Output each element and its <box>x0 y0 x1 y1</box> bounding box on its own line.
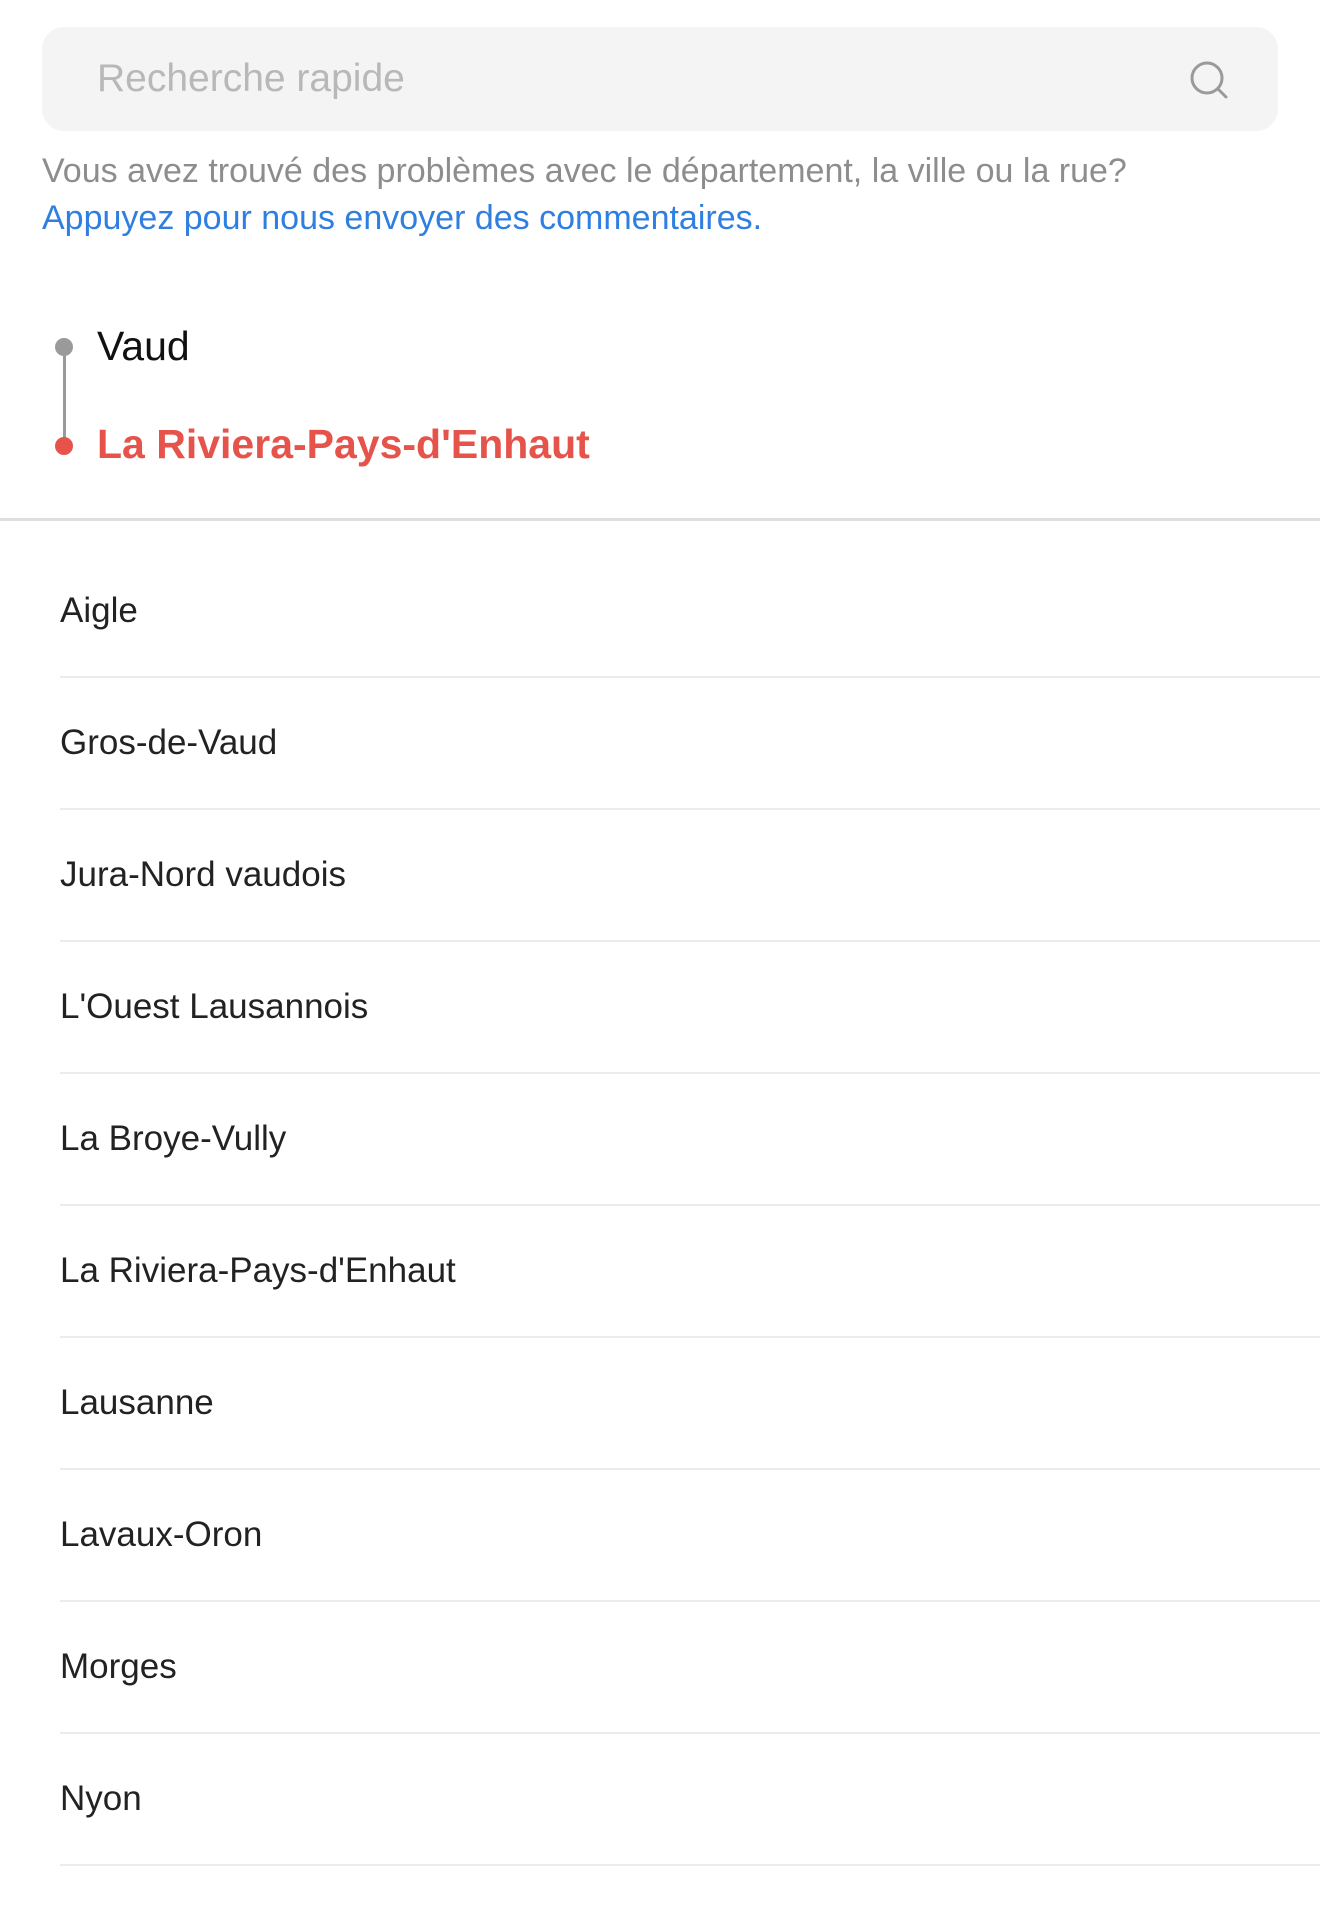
list-item[interactable]: Gros-de-Vaud <box>60 678 1320 810</box>
breadcrumb-item-current: La Riviera-Pays-d'Enhaut <box>97 421 590 467</box>
breadcrumb-connector-line <box>63 347 66 443</box>
list-item[interactable]: Lavaux-Oron <box>60 1470 1320 1602</box>
list-item[interactable]: La Broye-Vully <box>60 1074 1320 1206</box>
list-item[interactable]: Morges <box>60 1602 1320 1734</box>
section-divider <box>0 518 1320 521</box>
breadcrumb-item-vaud[interactable]: Vaud <box>97 323 190 370</box>
search-bar[interactable] <box>42 27 1278 131</box>
feedback-notice-text: Vous avez trouvé des problèmes avec le d… <box>42 152 1127 190</box>
search-icon[interactable] <box>1188 59 1230 101</box>
district-list: Aigle Gros-de-Vaud Jura-Nord vaudois L'O… <box>60 546 1320 1866</box>
send-feedback-link[interactable]: Appuyez pour nous envoyer des commentair… <box>42 195 1282 242</box>
list-item[interactable]: Lausanne <box>60 1338 1320 1470</box>
feedback-notice: Vous avez trouvé des problèmes avec le d… <box>42 148 1282 242</box>
list-item[interactable]: L'Ouest Lausannois <box>60 942 1320 1074</box>
breadcrumb-dot-icon <box>55 338 73 356</box>
breadcrumb: Vaud La Riviera-Pays-d'Enhaut <box>42 305 1278 485</box>
search-input[interactable] <box>97 27 1177 131</box>
list-item[interactable]: Aigle <box>60 546 1320 678</box>
breadcrumb-active-dot-icon <box>55 437 73 455</box>
list-item[interactable]: Nyon <box>60 1734 1320 1866</box>
list-item[interactable]: La Riviera-Pays-d'Enhaut <box>60 1206 1320 1338</box>
list-item[interactable]: Jura-Nord vaudois <box>60 810 1320 942</box>
